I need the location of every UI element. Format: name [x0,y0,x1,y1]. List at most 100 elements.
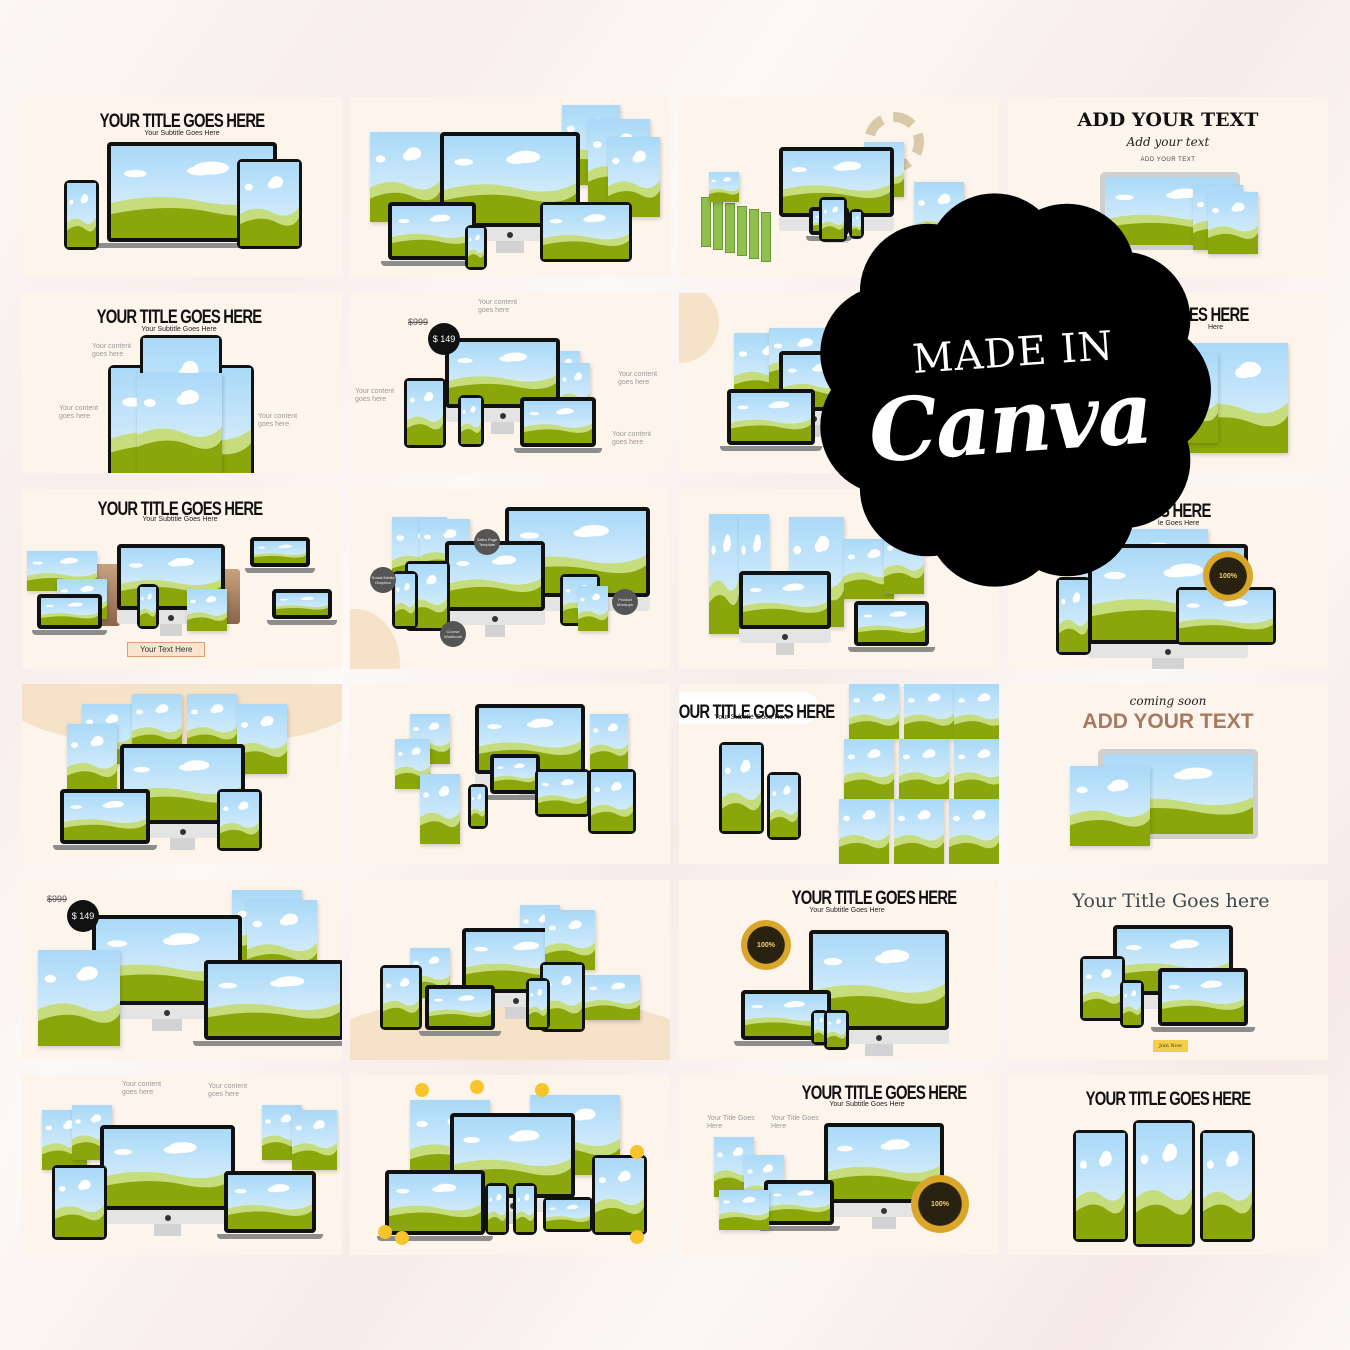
frame-mockup [187,589,227,631]
template-tile[interactable]: $999 Your content goes here Your content g… [350,293,670,473]
frame-mockup [839,799,889,864]
laptop-mockup [377,1170,493,1241]
template-tile[interactable]: YOUR TITLE GOES HERE Your Subtitle Goes H… [22,489,342,669]
emoji-icon [378,1225,392,1239]
content-label: Your content goes here [612,431,652,446]
tablet-mockup [217,789,262,851]
apple-logo-icon [499,413,506,419]
frame-mockup [954,684,999,739]
frame-mockup [585,975,640,1020]
laptop-mockup [758,1180,840,1231]
apple-logo-icon [782,634,788,640]
badge-canva-logo: Canva [865,362,1155,483]
workbook-mockup [701,197,711,247]
content-label: Your content goes here [258,413,298,428]
template-tile[interactable]: YOUR TITLE GOES HERE Your Subtitle Goes H… [679,684,999,864]
phone-mockup [458,395,484,447]
tablet-mockup [592,1155,647,1235]
apple-logo-icon [507,232,513,238]
content-label: Your content goes here [478,299,518,314]
laptop-mockup [192,960,342,1046]
laptop-mockup [31,594,108,635]
frame-mockup [849,684,899,739]
phone-mockup [137,584,159,629]
template-tile[interactable] [350,880,670,1060]
tablet-mockup [535,769,590,817]
apple-logo-icon [1165,649,1171,655]
template-tile[interactable]: $999 $ 149 [22,880,342,1060]
laptop-mockup [719,389,823,451]
tile-title: YOUR TITLE GOES HERE [1085,1089,1252,1110]
frame-mockup [719,1190,769,1230]
laptop-mockup [216,1171,324,1239]
laptop-mockup [513,397,603,453]
template-tile[interactable]: YOUR TITLE GOES HERE Your Subtitle Goes H… [22,293,342,473]
phone-mockup [465,225,487,270]
laptop-mockup [380,202,484,266]
content-label: Your content goes here [618,371,658,386]
template-tile[interactable]: YOUR TITLE GOES HERE Your Subtitle Goes H… [22,97,342,277]
feature-bubble: Social Media Graphics [370,567,396,593]
tablet-mockup [1080,956,1125,1021]
feature-bubble: Product Mockups [612,589,638,615]
template-tile[interactable]: coming soon ADD YOUR TEXT [1008,684,1328,864]
workbook-mockup [761,212,771,262]
template-tile[interactable] [350,1075,670,1255]
laptop-mockup [52,789,158,850]
workbook-mockup [737,206,747,256]
frame-mockup [899,739,949,799]
template-tile[interactable]: YOUR TITLE GOES HERE [1008,1075,1328,1255]
frame-mockup [709,172,739,202]
apple-logo-icon [492,616,498,622]
template-tile[interactable]: YOUR TITLE GOES HERE Your Subtitle Goes H… [679,1075,999,1255]
template-tile[interactable]: Your Title Goes here Join Now [1008,880,1328,1060]
phone-mockup [64,180,99,250]
content-label: Your Title Goes Here [707,1115,755,1130]
workbook-mockup [713,200,723,250]
tile-title: ADD YOUR TEXT [1077,109,1259,131]
old-price: $999 [408,317,429,327]
frame-mockup [420,774,460,844]
apple-logo-icon [876,1035,882,1041]
frame-mockup [38,950,120,1046]
apple-logo-icon [164,1010,170,1016]
laptop-mockup [419,985,501,1036]
phone-mockup [513,1183,537,1235]
phone-mockup [485,1183,509,1235]
workbook-mockup [725,203,735,253]
frame-mockup [292,1110,337,1170]
content-label: Your Title Goes Here [771,1115,819,1130]
join-now-button[interactable]: Join Now [1153,1040,1189,1052]
template-tile[interactable]: YOUR TITLE GOES HERE Your Subtitle Goes H… [679,880,999,1060]
apple-logo-icon [168,615,174,621]
template-tile[interactable] [22,684,342,864]
content-label: Your content goes here [208,1083,248,1098]
apple-logo-icon [881,1208,887,1214]
content-label: Your content goes here [92,343,132,358]
workbook-mockup [749,209,759,259]
tile-small-text: ADD YOUR TEXT [1140,157,1196,163]
tablet-mockup [588,769,636,834]
price-badge: $ 149 [428,323,460,355]
frame-mockup [67,724,117,794]
template-tile[interactable]: Sales Page Template Social Media Graphics… [350,489,670,669]
template-tile[interactable]: Your content goes here Your content goes … [22,1075,342,1255]
tile-subtitle: Your Subtitle Goes Here [144,130,220,137]
tile-script-text: Add your text [1126,135,1210,149]
text-button[interactable]: Your Text Here [127,642,206,657]
emoji-icon [415,1083,429,1097]
content-label: Your content goes here [122,1081,162,1096]
frame-mockup [545,910,595,970]
template-tile[interactable] [350,97,670,277]
frame-mockup [954,739,999,799]
tile-subtitle: Your Subtitle Goes Here [142,516,218,523]
phone-mockup [1133,1120,1195,1247]
emoji-icon [630,1230,644,1244]
frame-mockup [590,714,628,769]
frame-mockup [904,684,954,739]
tablet-mockup [543,1197,593,1232]
template-tile[interactable] [350,684,670,864]
content-label: Your content goes here [355,388,395,403]
tile-script-text: coming soon [1129,694,1207,708]
tile-subtitle: Your Subtitle Goes Here [829,1101,905,1108]
